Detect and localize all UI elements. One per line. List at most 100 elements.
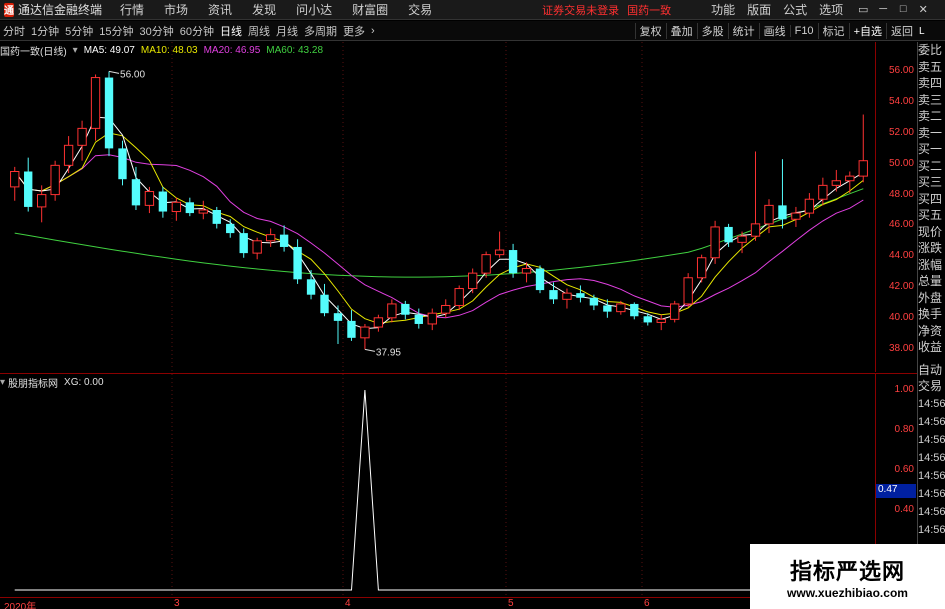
candle[interactable] [77, 120, 87, 161]
candle[interactable] [293, 239, 302, 284]
candle[interactable] [589, 294, 599, 311]
candle[interactable] [171, 197, 182, 221]
kline-chart[interactable]: 56.00 37.95 [0, 42, 875, 372]
restore-icon[interactable]: ▭ [853, 3, 873, 16]
candle[interactable] [670, 300, 680, 323]
quote-field-label[interactable]: 买一 [918, 141, 945, 158]
candle[interactable] [226, 219, 235, 238]
candle[interactable] [306, 270, 316, 300]
menu-ask[interactable]: 问小达 [296, 1, 332, 18]
period-more[interactable]: 更多 [340, 23, 368, 39]
candle[interactable] [10, 166, 20, 201]
quote-field-label[interactable]: 交易 [918, 378, 945, 395]
minimize-icon[interactable]: ─ [873, 3, 893, 16]
period-15min[interactable]: 15分钟 [96, 23, 136, 39]
candle[interactable] [144, 186, 155, 214]
quote-field-label[interactable]: 买五 [918, 207, 945, 224]
candle[interactable] [212, 206, 221, 229]
candle[interactable] [858, 114, 868, 183]
menu-discover[interactable]: 发现 [252, 1, 276, 18]
candle[interactable] [750, 151, 761, 241]
candle[interactable] [279, 225, 289, 252]
period-monthly[interactable]: 月线 [273, 23, 301, 39]
period-30min[interactable]: 30分钟 [137, 23, 177, 39]
period-multi[interactable]: 多周期 [301, 23, 340, 39]
candle[interactable] [778, 159, 787, 229]
quote-field-label[interactable]: 涨幅 [918, 257, 945, 274]
menu-function[interactable]: 功能 [711, 1, 735, 18]
candle[interactable] [158, 186, 168, 218]
candle[interactable] [360, 323, 370, 350]
candle[interactable] [710, 220, 720, 264]
candle[interactable] [562, 288, 572, 309]
tool-f10[interactable]: F10 [789, 25, 818, 37]
candle[interactable] [454, 285, 464, 311]
candle[interactable] [50, 160, 60, 201]
candle[interactable] [373, 314, 384, 332]
candle[interactable] [90, 74, 101, 141]
quote-field-label[interactable]: 净资 [918, 323, 945, 340]
tool-back[interactable]: 返回 [886, 23, 917, 39]
quote-field-label[interactable]: 卖三 [918, 92, 945, 109]
candle[interactable] [494, 231, 505, 258]
candle[interactable] [696, 254, 707, 283]
quote-field-label[interactable]: 买四 [918, 191, 945, 208]
indicator-chart[interactable] [0, 374, 875, 596]
quote-field-label[interactable]: 卖一 [918, 125, 945, 142]
quote-field-label[interactable]: 总量 [918, 273, 945, 290]
quote-field-label[interactable]: 外盘 [918, 290, 945, 307]
candle[interactable] [576, 285, 585, 303]
menu-wealth[interactable]: 财富圈 [352, 1, 388, 18]
tool-mark[interactable]: 标记 [817, 23, 849, 39]
quote-field-label[interactable]: 买三 [918, 174, 945, 191]
menu-market[interactable]: 行情 [120, 1, 144, 18]
candle[interactable] [535, 265, 545, 294]
candle[interactable] [630, 302, 639, 320]
quote-field-label[interactable]: 卖四 [918, 75, 945, 92]
candle[interactable] [724, 223, 733, 247]
candle[interactable] [24, 157, 33, 212]
quote-field-label[interactable]: 卖二 [918, 108, 945, 125]
candle[interactable] [265, 228, 276, 247]
tool-stats[interactable]: 统计 [727, 23, 759, 39]
maximize-icon[interactable]: □ [893, 3, 913, 16]
candle[interactable] [764, 199, 774, 234]
tool-draw[interactable]: 画线 [758, 23, 790, 39]
candle[interactable] [118, 140, 127, 186]
candle[interactable] [549, 282, 558, 304]
quote-field-label[interactable]: 自动 [918, 362, 945, 379]
candle[interactable] [104, 71, 114, 157]
period-daily[interactable]: 日线 [217, 23, 245, 39]
quote-field-label[interactable]: 涨跌 [918, 240, 945, 257]
period-60min[interactable]: 60分钟 [177, 23, 217, 39]
candle[interactable] [656, 314, 666, 331]
menu-trade[interactable]: 交易 [408, 1, 432, 18]
candle[interactable] [521, 262, 532, 283]
candle[interactable] [63, 136, 74, 174]
candle[interactable] [252, 237, 262, 260]
quote-field-label[interactable]: 卖五 [918, 59, 945, 76]
menu-layout[interactable]: 版面 [747, 1, 771, 18]
candle[interactable] [481, 251, 491, 278]
candle[interactable] [347, 310, 356, 341]
close-icon[interactable]: ✕ [913, 3, 933, 16]
chevron-right-icon[interactable]: › [368, 25, 378, 37]
period-1min[interactable]: 1分钟 [28, 23, 62, 39]
menu-formula[interactable]: 公式 [783, 1, 807, 18]
candle[interactable] [508, 243, 518, 278]
candle[interactable] [467, 268, 478, 294]
tool-add-watchlist[interactable]: +自选 [848, 23, 886, 39]
period-weekly[interactable]: 周线 [245, 23, 273, 39]
candle[interactable] [683, 273, 693, 308]
login-warning[interactable]: 证券交易未登录 [542, 2, 619, 18]
candle[interactable] [831, 169, 842, 192]
candle[interactable] [131, 166, 141, 210]
tool-overlay[interactable]: 叠加 [665, 23, 697, 39]
quote-field-label[interactable]: 收益 [918, 339, 945, 356]
period-5min[interactable]: 5分钟 [62, 23, 96, 39]
menu-options[interactable]: 选项 [819, 1, 843, 18]
candle[interactable] [198, 200, 208, 220]
quote-field-label[interactable]: 换手 [918, 306, 945, 323]
candle[interactable] [333, 305, 343, 344]
quote-field-label[interactable]: 委比 [918, 42, 945, 59]
